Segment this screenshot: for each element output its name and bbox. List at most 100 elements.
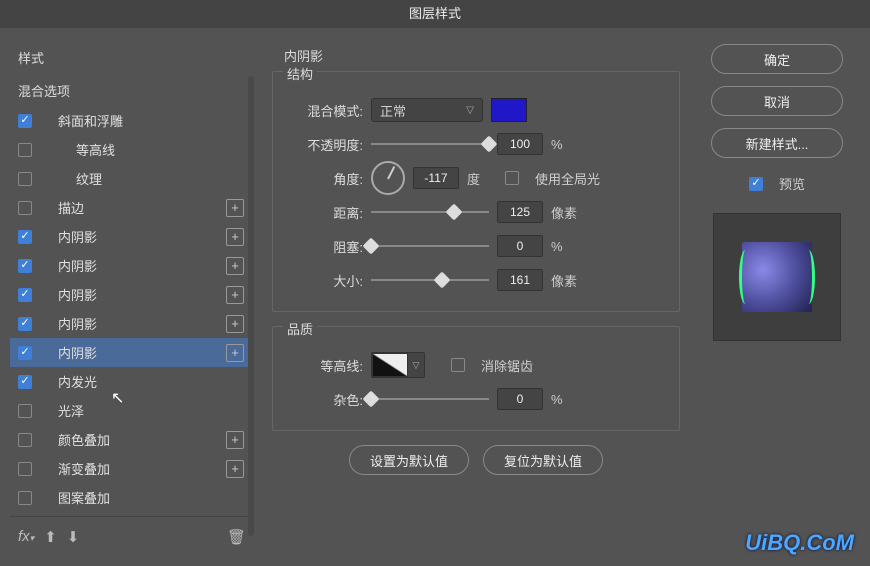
noise-input[interactable] <box>497 388 543 410</box>
opacity-slider[interactable] <box>371 134 489 154</box>
angle-dial[interactable] <box>371 161 405 195</box>
checkbox[interactable] <box>18 346 32 360</box>
styles-panel: 样式 混合选项 斜面和浮雕 等高线 纹理 描边 + <box>10 38 254 556</box>
angle-input[interactable] <box>413 167 459 189</box>
style-row-inner-shadow[interactable]: 内阴影 + <box>10 309 248 338</box>
style-label: 内发光 <box>58 372 97 391</box>
style-label: 纹理 <box>76 169 102 188</box>
add-effect-button[interactable]: + <box>226 228 244 246</box>
opacity-label: 不透明度: <box>287 135 363 154</box>
opacity-input[interactable] <box>497 133 543 155</box>
style-label: 图案叠加 <box>58 488 110 507</box>
checkbox[interactable] <box>18 404 32 418</box>
up-arrow-icon[interactable]: ⬆ <box>44 528 57 546</box>
trash-icon[interactable]: 🗑 <box>227 528 246 546</box>
ok-button[interactable]: 确定 <box>711 44 843 74</box>
checkbox[interactable] <box>18 375 32 389</box>
distance-input[interactable] <box>497 201 543 223</box>
dialog-title: 图层样式 <box>0 0 870 28</box>
add-effect-button[interactable]: + <box>226 315 244 333</box>
noise-label: 杂色: <box>287 390 363 409</box>
layer-style-dialog: 图层样式 样式 混合选项 斜面和浮雕 等高线 纹理 <box>0 0 870 566</box>
noise-unit: % <box>551 392 581 407</box>
style-row-inner-shadow-selected[interactable]: 内阴影 + <box>10 338 248 367</box>
down-arrow-icon[interactable]: ⬇ <box>67 528 80 546</box>
checkbox[interactable] <box>18 114 32 128</box>
style-row-contour[interactable]: 等高线 <box>10 135 248 164</box>
choke-input[interactable] <box>497 235 543 257</box>
styles-footer: fx▾ ⬆ ⬇ 🗑 <box>10 516 254 556</box>
chevron-down-icon[interactable]: ▽ <box>408 353 424 377</box>
checkbox[interactable] <box>18 230 32 244</box>
style-row-inner-shadow[interactable]: 内阴影 + <box>10 222 248 251</box>
contour-picker[interactable]: ▽ <box>371 352 425 378</box>
panel-title: 内阴影 <box>272 46 680 65</box>
style-row-color-overlay[interactable]: 颜色叠加 + <box>10 425 248 454</box>
action-panel: 确定 取消 新建样式... 预览 <box>698 38 856 556</box>
make-default-button[interactable]: 设置为默认值 <box>349 445 469 475</box>
style-row-inner-glow[interactable]: 内发光 <box>10 367 248 396</box>
style-row-pattern-overlay[interactable]: 图案叠加 <box>10 483 248 512</box>
opacity-unit: % <box>551 137 581 152</box>
checkbox[interactable] <box>18 201 32 215</box>
style-row-stroke[interactable]: 描边 + <box>10 193 248 222</box>
add-effect-button[interactable]: + <box>226 431 244 449</box>
shadow-color-swatch[interactable] <box>491 98 527 122</box>
style-label: 内阴影 <box>58 256 97 275</box>
checkbox[interactable] <box>18 462 32 476</box>
choke-label: 阻塞: <box>287 237 363 256</box>
contour-swatch[interactable] <box>372 353 408 377</box>
fx-menu-icon[interactable]: fx▾ <box>18 528 34 545</box>
global-light-checkbox[interactable] <box>505 171 519 185</box>
style-label: 内阴影 <box>58 285 97 304</box>
size-input[interactable] <box>497 269 543 291</box>
settings-panel: 内阴影 结构 混合模式: 正常 ▽ 不透明度: <box>254 38 698 556</box>
reset-default-button[interactable]: 复位为默认值 <box>483 445 603 475</box>
style-label: 内阴影 <box>58 343 97 362</box>
checkbox[interactable] <box>18 288 32 302</box>
preview-box <box>713 213 841 341</box>
style-row-gradient-overlay[interactable]: 渐变叠加 + <box>10 454 248 483</box>
preview-checkbox[interactable] <box>749 177 763 191</box>
styles-header: 样式 <box>10 38 248 75</box>
style-row-texture[interactable]: 纹理 <box>10 164 248 193</box>
add-effect-button[interactable]: + <box>226 460 244 478</box>
blend-mode-dropdown[interactable]: 正常 ▽ <box>371 98 483 122</box>
blend-mode-label: 混合模式: <box>287 101 363 120</box>
distance-slider[interactable] <box>371 202 489 222</box>
choke-unit: % <box>551 239 581 254</box>
style-row-inner-shadow[interactable]: 内阴影 + <box>10 280 248 309</box>
checkbox[interactable] <box>18 259 32 273</box>
size-slider[interactable] <box>371 270 489 290</box>
scrollbar[interactable] <box>248 76 254 536</box>
new-style-button[interactable]: 新建样式... <box>711 128 843 158</box>
style-label: 光泽 <box>58 401 84 420</box>
style-row-inner-shadow[interactable]: 内阴影 + <box>10 251 248 280</box>
add-effect-button[interactable]: + <box>226 344 244 362</box>
angle-label: 角度: <box>287 169 363 188</box>
contour-label: 等高线: <box>287 356 363 375</box>
style-label: 内阴影 <box>58 314 97 333</box>
blend-mode-value: 正常 <box>380 101 406 120</box>
style-label: 等高线 <box>76 140 115 159</box>
cancel-button[interactable]: 取消 <box>711 86 843 116</box>
choke-slider[interactable] <box>371 236 489 256</box>
preview-toggle[interactable]: 预览 <box>749 174 805 193</box>
antialias-checkbox[interactable] <box>451 358 465 372</box>
add-effect-button[interactable]: + <box>226 286 244 304</box>
add-effect-button[interactable]: + <box>226 257 244 275</box>
checkbox[interactable] <box>18 172 32 186</box>
default-buttons: 设置为默认值 复位为默认值 <box>272 445 680 475</box>
blend-options-item[interactable]: 混合选项 <box>10 75 248 106</box>
checkbox[interactable] <box>18 433 32 447</box>
style-label: 颜色叠加 <box>58 430 110 449</box>
distance-label: 距离: <box>287 203 363 222</box>
checkbox[interactable] <box>18 317 32 331</box>
size-label: 大小: <box>287 271 363 290</box>
noise-slider[interactable] <box>371 389 489 409</box>
style-row-bevel[interactable]: 斜面和浮雕 <box>10 106 248 135</box>
checkbox[interactable] <box>18 491 32 505</box>
checkbox[interactable] <box>18 143 32 157</box>
style-row-satin[interactable]: 光泽 <box>10 396 248 425</box>
add-effect-button[interactable]: + <box>226 199 244 217</box>
